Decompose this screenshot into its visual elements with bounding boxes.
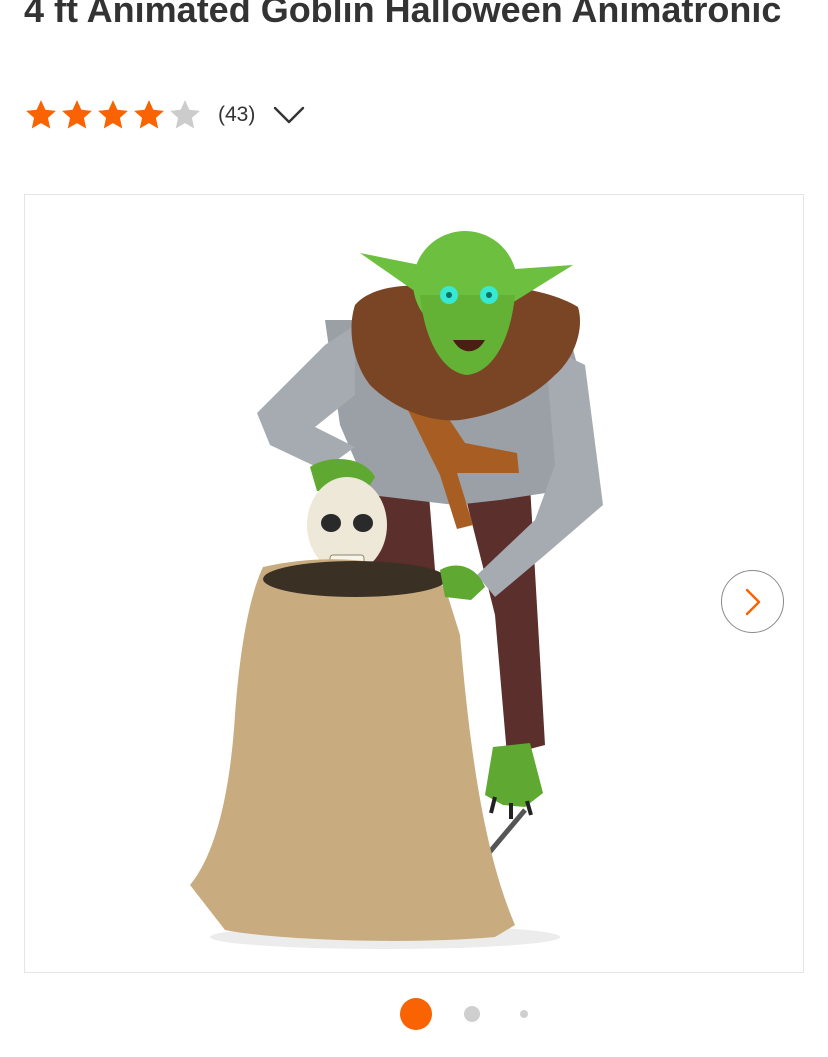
gallery-next-button[interactable]: [721, 570, 784, 633]
rating-row[interactable]: (43): [24, 96, 307, 134]
review-count[interactable]: (43): [218, 103, 255, 127]
chevron-down-icon: [274, 106, 305, 124]
star-empty-icon: [170, 100, 200, 129]
star-filled-icon: [62, 100, 92, 129]
pagination-dot[interactable]: [464, 1006, 480, 1022]
product-title: 4 ft Animated Goblin Halloween Animatron…: [24, 0, 782, 30]
product-image-gallery[interactable]: [24, 194, 804, 973]
star-rating: [24, 98, 202, 132]
product-image[interactable]: [25, 195, 803, 972]
rating-expand-button[interactable]: [271, 100, 307, 130]
gallery-pagination: [0, 996, 828, 1032]
star-filled-icon: [134, 100, 164, 129]
chevron-right-icon: [745, 588, 760, 615]
star-filled-icon: [98, 100, 128, 129]
pagination-dot-active[interactable]: [400, 998, 432, 1030]
pagination-dot[interactable]: [520, 1010, 528, 1018]
star-filled-icon: [26, 100, 56, 129]
